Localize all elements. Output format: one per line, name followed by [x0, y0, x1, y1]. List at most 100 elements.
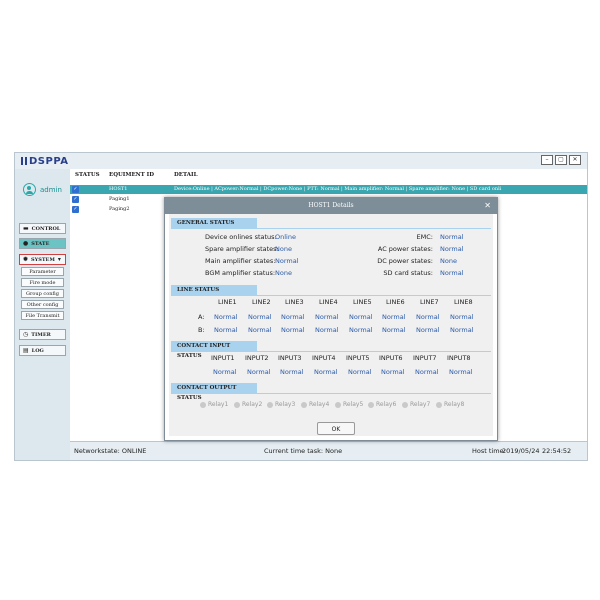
user-info: admin — [23, 183, 62, 196]
window-controls: – ▢ ✕ — [541, 155, 581, 165]
status-label: Device onlines status: — [205, 233, 277, 241]
relay-indicator-icon — [200, 401, 206, 408]
relay-item: Relay8 — [436, 401, 464, 408]
monitor-icon: ▬ — [23, 225, 29, 232]
relay-item: Relay6 — [368, 401, 396, 408]
input-header: INPUT3 — [278, 354, 302, 362]
table-row[interactable]: ✓ HOST1 Device:Online | ACpower:Normal |… — [70, 185, 587, 194]
avatar-icon — [23, 183, 36, 196]
maximize-button[interactable]: ▢ — [555, 155, 567, 165]
line-header: LINE3 — [285, 298, 304, 306]
status-value: None — [275, 269, 292, 277]
relay-label: Relay6 — [376, 401, 397, 408]
input-value: Normal — [348, 368, 372, 376]
relay-label: Relay1 — [208, 401, 229, 408]
status-label: Spare amplifier states: — [205, 245, 279, 253]
close-button[interactable]: ✕ — [569, 155, 581, 165]
header-status: STATUS — [75, 172, 100, 178]
general-status-section: GENERAL STATUS — [169, 218, 493, 229]
contact-output-section: CONTACT OUTPUT STATUS — [169, 383, 493, 401]
host-date: 2019/05/24 — [502, 447, 540, 455]
header-equipment-id: EQUIMENT ID — [109, 172, 155, 178]
relay-indicator-icon — [267, 401, 273, 408]
line-b-value: Normal — [248, 326, 272, 334]
checkbox-icon[interactable]: ✓ — [72, 206, 79, 213]
dialog-title: HOST1 Details — [308, 202, 354, 209]
dialog-body: GENERAL STATUS Device onlines status: Onl… — [169, 214, 493, 436]
relay-label: Relay8 — [444, 401, 465, 408]
relay-item: Relay5 — [335, 401, 363, 408]
status-value: Normal — [275, 257, 299, 265]
row-b-label: B: — [198, 326, 205, 334]
relay-label: Relay3 — [275, 401, 296, 408]
relay-indicator-icon — [234, 401, 240, 408]
input-value: Normal — [415, 368, 439, 376]
relay-label: Relay5 — [343, 401, 364, 408]
row-a-label: A: — [198, 313, 205, 321]
relay-label: Relay2 — [242, 401, 263, 408]
line-b-value: Normal — [349, 326, 373, 334]
status-bar: Networkstate: ONLINE Current time task: … — [70, 441, 587, 460]
book-icon: ▤ — [23, 347, 29, 354]
sidebar-item-state[interactable]: ● STATE — [19, 238, 66, 249]
line-b-value: Normal — [450, 326, 474, 334]
line-b-value: Normal — [382, 326, 406, 334]
minimize-button[interactable]: – — [541, 155, 553, 165]
input-value: Normal — [280, 368, 304, 376]
sidebar-item-log[interactable]: ▤ LOG — [19, 345, 66, 356]
dialog-title-bar: HOST1 Details ✕ — [165, 198, 497, 214]
relay-indicator-icon — [402, 401, 408, 408]
line-header: LINE1 — [218, 298, 237, 306]
status-label: SD card status: — [383, 269, 433, 277]
submenu-other-config[interactable]: Other config — [21, 300, 64, 309]
sidebar-item-system[interactable]: ✹ SYSTEM ▾ — [19, 254, 66, 265]
status-label: EMC: — [416, 233, 433, 241]
line-a-value: Normal — [450, 313, 474, 321]
relay-indicator-icon — [301, 401, 307, 408]
relay-indicator-icon — [335, 401, 341, 408]
section-title: LINE STATUS — [171, 285, 257, 295]
network-state: Networkstate: ONLINE — [74, 447, 147, 455]
clock-icon: ◷ — [23, 331, 29, 338]
relay-item: Relay4 — [301, 401, 329, 408]
relay-label: Relay7 — [410, 401, 431, 408]
input-value: Normal — [314, 368, 338, 376]
brand-logo: DSPPA — [21, 156, 68, 167]
line-b-value: Normal — [281, 326, 305, 334]
checkbox-icon[interactable]: ✓ — [72, 186, 79, 193]
status-value: None — [440, 257, 457, 265]
relay-label: Relay4 — [309, 401, 330, 408]
input-value: Normal — [247, 368, 271, 376]
submenu-parameter[interactable]: Parameter — [21, 267, 64, 276]
title-bar: DSPPA – ▢ ✕ — [15, 153, 587, 169]
contact-input-section: CONTACT INPUT STATUS — [169, 341, 493, 359]
line-a-value: Normal — [214, 313, 238, 321]
sidebar-item-control[interactable]: ▬ CONTROL — [19, 223, 66, 234]
sidebar-item-timer[interactable]: ◷ TIMER — [19, 329, 66, 340]
relay-indicator-icon — [436, 401, 442, 408]
submenu-file-transmit[interactable]: File Transmit — [21, 311, 64, 320]
user-name: admin — [40, 185, 62, 194]
close-icon[interactable]: ✕ — [484, 198, 491, 214]
status-label: AC power states: — [377, 245, 433, 253]
sidebar: admin ▬ CONTROL ● STATE ✹ SYSTEM ▾ Parameter… — [15, 169, 70, 460]
line-a-value: Normal — [416, 313, 440, 321]
line-status-section: LINE STATUS — [169, 285, 493, 296]
line-b-value: Normal — [214, 326, 238, 334]
header-detail: DETAIL — [174, 172, 198, 178]
input-header: INPUT2 — [245, 354, 269, 362]
input-value: Normal — [381, 368, 405, 376]
relay-item: Relay2 — [234, 401, 262, 408]
gear-icon: ✹ — [23, 256, 29, 263]
input-header: INPUT4 — [312, 354, 336, 362]
line-header: LINE2 — [252, 298, 271, 306]
status-value: Normal — [440, 245, 464, 253]
chevron-down-icon: ▾ — [57, 256, 61, 263]
checkbox-icon[interactable]: ✓ — [72, 196, 79, 203]
ok-button[interactable]: OK — [317, 422, 355, 435]
submenu-group-config[interactable]: Group config — [21, 289, 64, 298]
line-a-value: Normal — [382, 313, 406, 321]
submenu-fire-mode[interactable]: Fire mode — [21, 278, 64, 287]
relay-item: Relay3 — [267, 401, 295, 408]
status-label: Main amplifier states: — [205, 257, 276, 265]
